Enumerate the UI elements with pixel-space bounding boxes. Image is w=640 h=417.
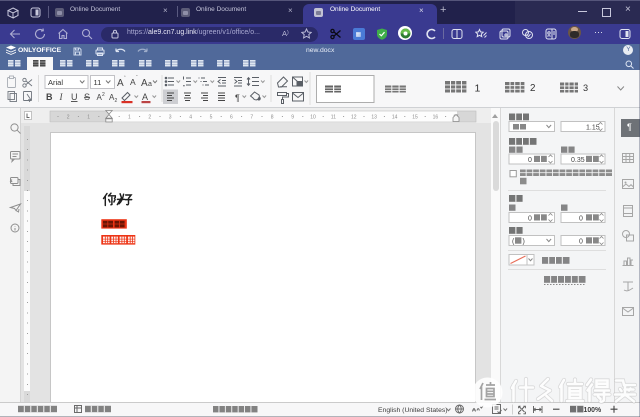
- svg-text:2: 2: [530, 83, 535, 94]
- svg-text:Arial: Arial: [48, 78, 63, 87]
- svg-text:3: 3: [169, 115, 172, 121]
- svg-text:9: 9: [291, 115, 294, 121]
- svg-text:B: B: [46, 92, 53, 102]
- svg-text:I: I: [59, 92, 64, 102]
- svg-text:16: 16: [433, 115, 439, 121]
- svg-text:13: 13: [371, 115, 377, 121]
- svg-text:2: 2: [148, 115, 151, 121]
- svg-text:11: 11: [331, 115, 336, 121]
- svg-text:2: 2: [67, 115, 70, 121]
- svg-text:S: S: [84, 92, 90, 102]
- svg-text:0: 0: [579, 216, 583, 223]
- svg-text:0.35: 0.35: [571, 157, 585, 164]
- svg-text:ˆ: ˆ: [124, 76, 126, 82]
- svg-text:English (United States): English (United States): [378, 407, 448, 414]
- svg-text:6: 6: [230, 115, 233, 121]
- svg-text:A: A: [117, 78, 124, 89]
- svg-text:11: 11: [94, 78, 102, 87]
- svg-text:10: 10: [310, 115, 316, 121]
- svg-text:A: A: [142, 92, 148, 102]
- svg-text:1.15: 1.15: [586, 125, 600, 132]
- svg-text:0: 0: [528, 216, 532, 223]
- svg-text:A: A: [141, 78, 148, 89]
- svg-text:1: 1: [128, 115, 131, 121]
- svg-text:2: 2: [102, 92, 105, 98]
- svg-text:7: 7: [250, 115, 253, 121]
- svg-text:12: 12: [351, 115, 357, 121]
- svg-text:a: a: [148, 81, 152, 88]
- svg-text:0: 0: [528, 157, 532, 164]
- svg-text:8: 8: [271, 115, 274, 121]
- svg-text:3: 3: [583, 83, 588, 93]
- svg-text:15: 15: [412, 115, 418, 121]
- svg-text:ˇ: ˇ: [136, 76, 138, 82]
- svg-text:U: U: [71, 92, 78, 102]
- svg-text:14: 14: [392, 115, 398, 121]
- svg-text:0: 0: [579, 239, 583, 246]
- svg-text:5: 5: [210, 115, 213, 121]
- svg-text:1: 1: [87, 115, 90, 121]
- svg-text:): ): [523, 239, 525, 246]
- svg-text:1: 1: [475, 83, 481, 95]
- svg-text:4: 4: [189, 115, 192, 121]
- svg-text:2: 2: [115, 98, 118, 104]
- svg-text:¶: ¶: [235, 93, 240, 103]
